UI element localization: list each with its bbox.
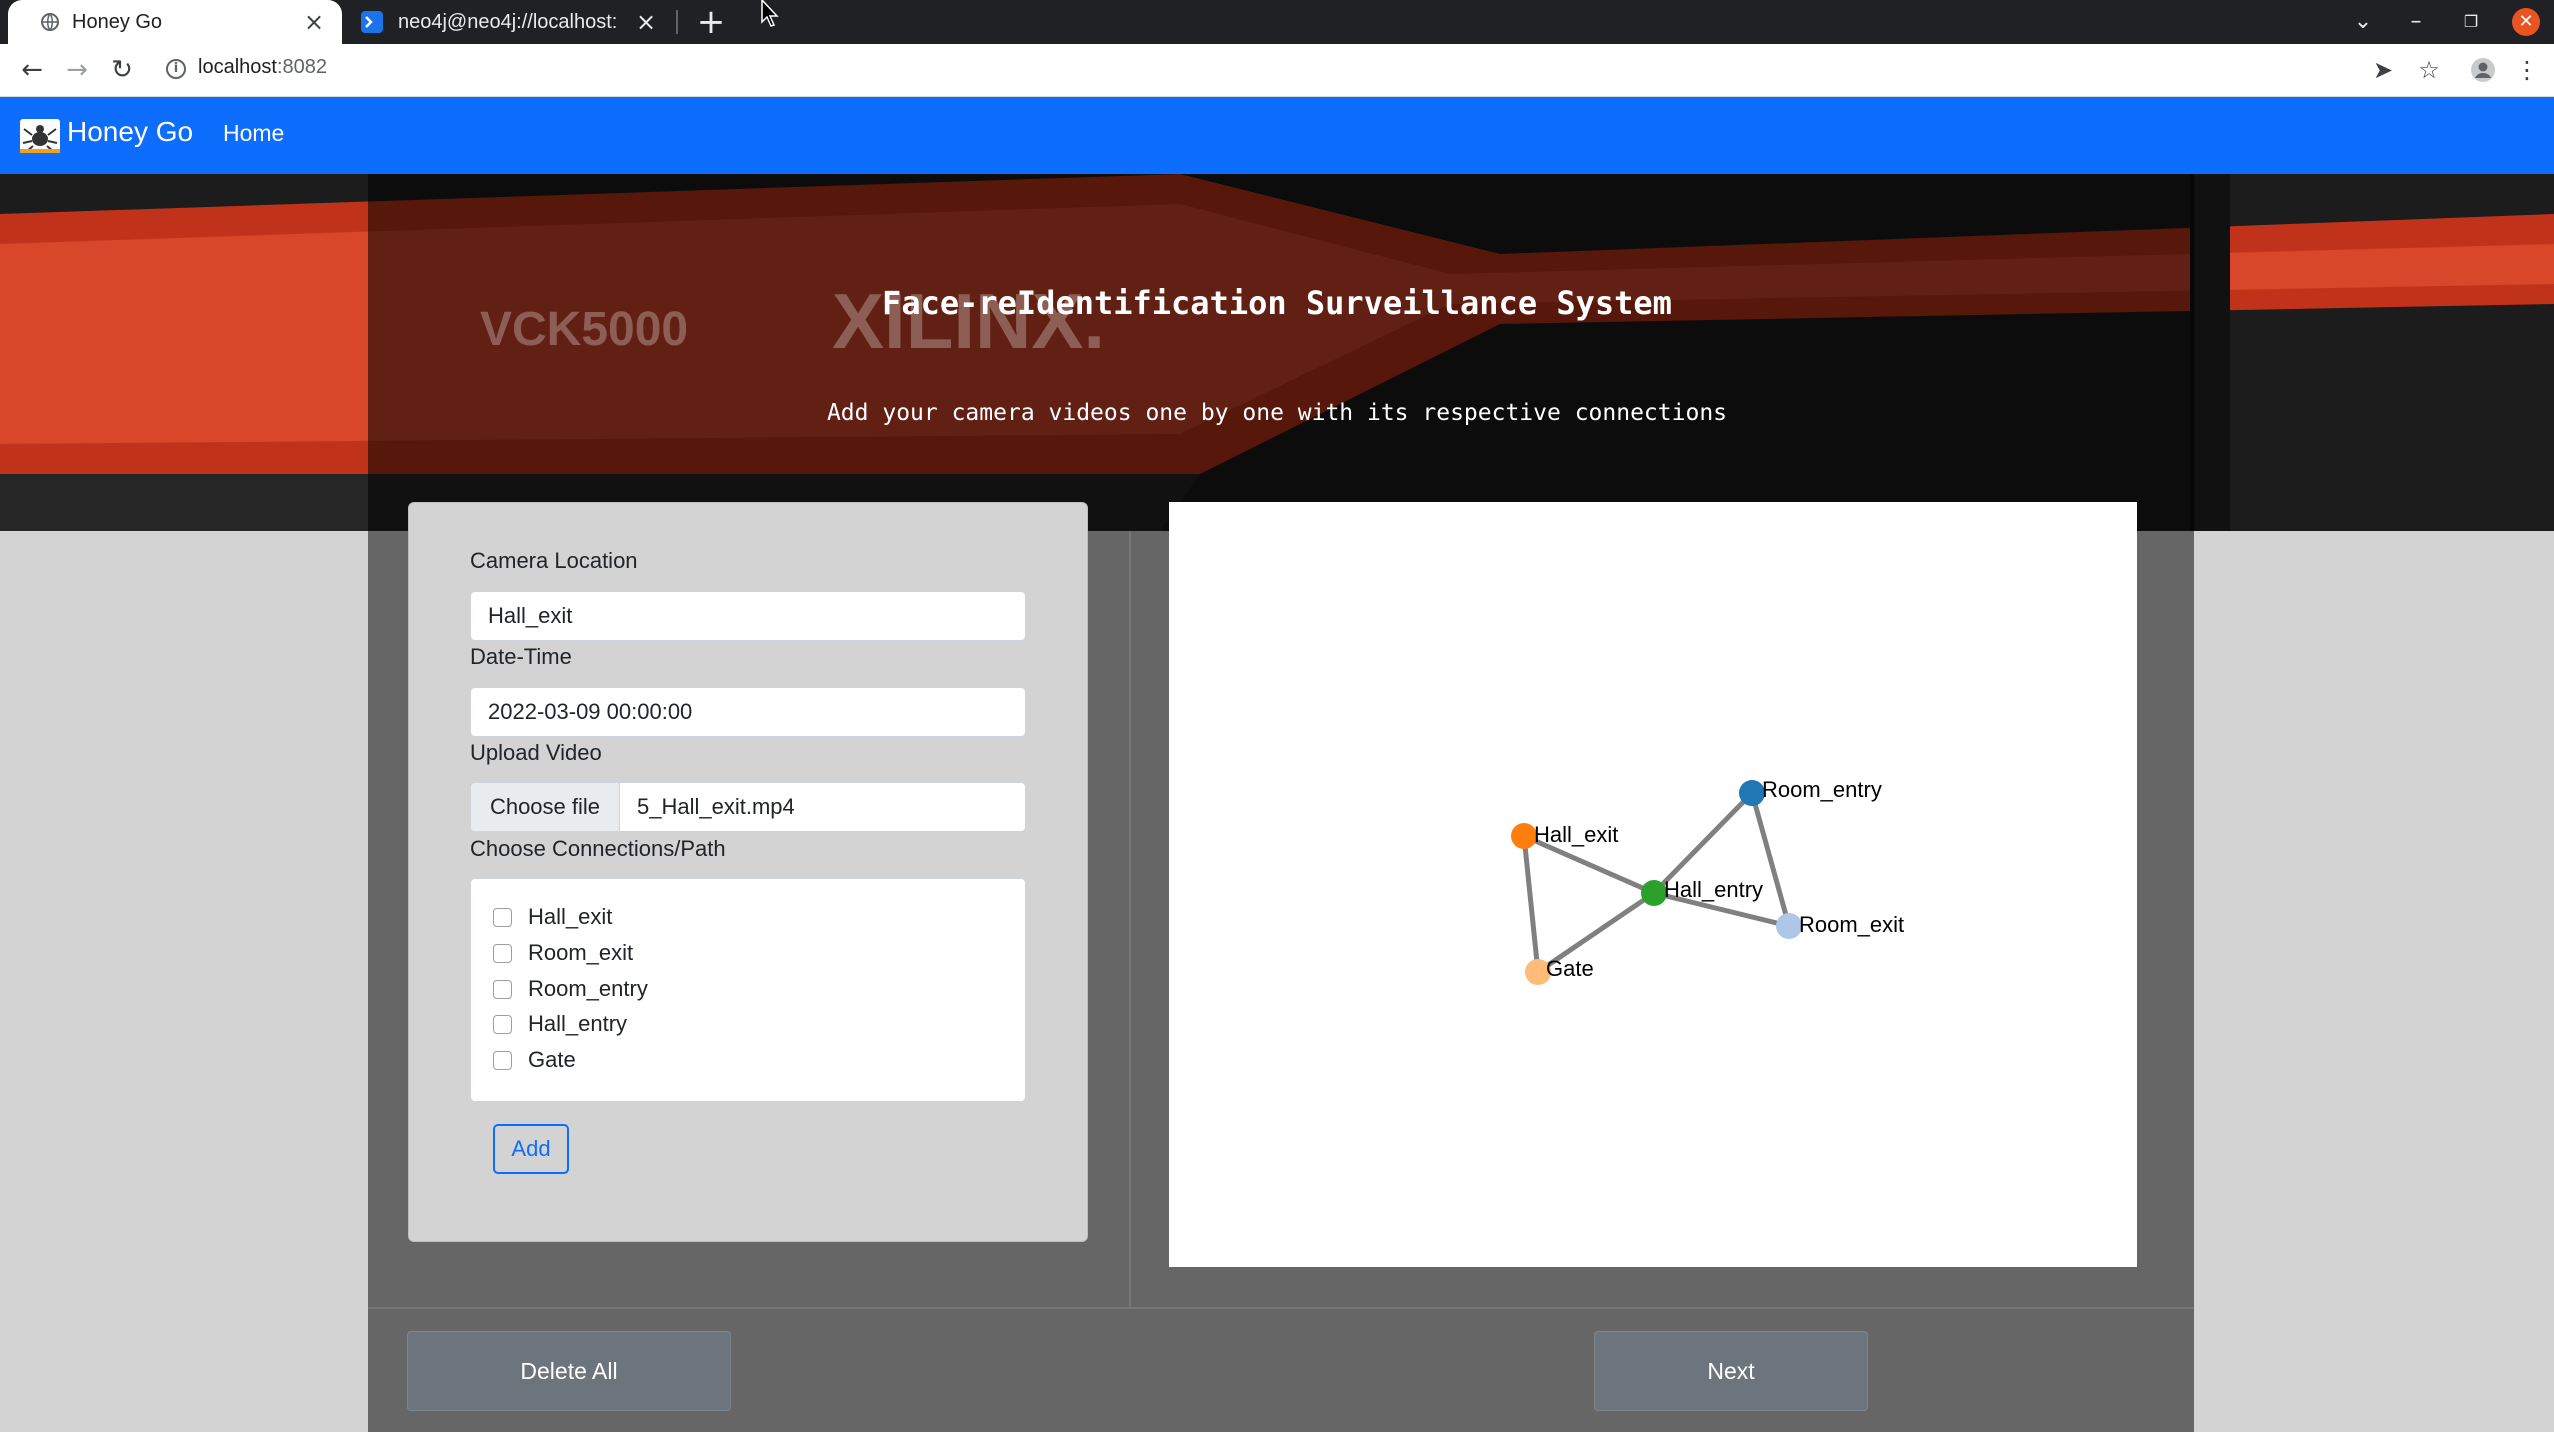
connections-list: Hall_exit Room_exit Room_entry Hall_entr… bbox=[470, 878, 1026, 1102]
profile-avatar-icon[interactable] bbox=[2467, 54, 2499, 86]
datetime-label: Date-Time bbox=[470, 644, 572, 669]
bookmark-star-icon[interactable]: ☆ bbox=[2413, 54, 2445, 86]
brand-name[interactable]: Honey Go bbox=[67, 116, 193, 148]
globe-icon bbox=[38, 10, 62, 34]
connection-label: Room_exit bbox=[528, 940, 634, 965]
connection-option-room-entry[interactable]: Room_entry bbox=[493, 974, 648, 1004]
forward-icon[interactable]: → bbox=[61, 54, 93, 86]
browser-tab-strip: Honey Go × neo4j@neo4j://localhost: × + … bbox=[0, 0, 2554, 44]
camera-location-input[interactable]: Hall_exit bbox=[470, 591, 1026, 641]
reload-icon[interactable]: ↻ bbox=[106, 54, 138, 86]
graph-edge-room-entry-room-exit bbox=[1749, 792, 1792, 927]
connection-option-hall-entry[interactable]: Hall_entry bbox=[493, 1009, 627, 1039]
new-tab-icon[interactable]: + bbox=[694, 5, 728, 40]
graph-node-label: Room_exit bbox=[1799, 912, 1904, 937]
connection-label: Gate bbox=[528, 1047, 576, 1072]
tab-honey-go[interactable]: Honey Go × bbox=[8, 0, 342, 44]
checkbox[interactable] bbox=[493, 1014, 512, 1034]
hero-banner: VCK5000 XILINX. Face-reIdentification Su… bbox=[0, 174, 2554, 531]
next-button[interactable]: Next bbox=[1594, 1331, 1868, 1411]
close-tab-icon[interactable]: × bbox=[632, 8, 660, 36]
graph-node-label: Hall_exit bbox=[1534, 822, 1618, 847]
close-window-icon[interactable]: ✕ bbox=[2512, 8, 2540, 36]
back-icon[interactable]: ← bbox=[16, 54, 48, 86]
tab-title: neo4j@neo4j://localhost: bbox=[398, 10, 618, 33]
tab-separator bbox=[676, 10, 678, 34]
page-title: Face-reIdentification Surveillance Syste… bbox=[882, 284, 1672, 322]
selected-file-name: 5_Hall_exit.mp4 bbox=[637, 794, 795, 819]
nav-link-home[interactable]: Home bbox=[223, 120, 284, 147]
upload-video-input[interactable]: Choose file 5_Hall_exit.mp4 bbox=[470, 782, 1026, 832]
connections-label: Choose Connections/Path bbox=[470, 836, 726, 861]
graph-node-label: Room_entry bbox=[1762, 777, 1882, 802]
close-tab-icon[interactable]: × bbox=[300, 8, 328, 36]
connection-option-room-exit[interactable]: Room_exit bbox=[493, 938, 633, 968]
mouse-cursor-icon bbox=[761, 0, 779, 27]
address-bar[interactable]: localhost:8082 bbox=[198, 56, 327, 79]
send-icon[interactable]: ➤ bbox=[2367, 54, 2399, 86]
browser-menu-icon[interactable]: ⋮ bbox=[2511, 54, 2543, 86]
page-subtitle: Add your camera videos one by one with i… bbox=[826, 400, 1728, 426]
terminal-icon bbox=[360, 10, 384, 34]
row-divider bbox=[368, 1307, 2194, 1309]
add-button[interactable]: Add bbox=[493, 1124, 569, 1174]
datetime-input[interactable]: 2022-03-09 00:00:00 bbox=[470, 687, 1026, 737]
connection-label: Room_entry bbox=[528, 976, 648, 1001]
column-divider bbox=[1129, 531, 1131, 1307]
delete-all-button[interactable]: Delete All bbox=[407, 1331, 731, 1411]
checkbox[interactable] bbox=[493, 979, 512, 999]
brand-logo-icon[interactable] bbox=[20, 119, 60, 153]
restore-icon[interactable]: ❐ bbox=[2456, 8, 2486, 36]
choose-file-button[interactable]: Choose file bbox=[471, 783, 620, 831]
url-host: localhost bbox=[198, 56, 277, 78]
checkbox[interactable] bbox=[493, 907, 512, 927]
connection-option-gate[interactable]: Gate bbox=[493, 1045, 576, 1075]
graph-edge-hall-exit-gate bbox=[1521, 835, 1541, 973]
graph-node-label: Gate bbox=[1546, 956, 1594, 981]
tab-neo4j[interactable]: neo4j@neo4j://localhost: × bbox=[348, 0, 674, 44]
minimize-icon[interactable]: – bbox=[2401, 8, 2431, 36]
connection-label: Hall_exit bbox=[528, 904, 613, 929]
url-port: :8082 bbox=[276, 56, 327, 78]
tab-title: Honey Go bbox=[72, 10, 163, 33]
checkbox[interactable] bbox=[493, 943, 512, 963]
app-navbar: Honey Go Home bbox=[0, 97, 2554, 174]
checkbox[interactable] bbox=[493, 1050, 512, 1070]
connection-graph-card: Hall_exit Room_entry Hall_entry Room_exit Ga… bbox=[1169, 502, 2137, 1267]
camera-location-label: Camera Location bbox=[470, 548, 638, 573]
site-info-icon[interactable]: i bbox=[166, 59, 186, 79]
graph-node-label: Hall_entry bbox=[1664, 877, 1763, 902]
connection-label: Hall_entry bbox=[528, 1011, 628, 1036]
tab-search-icon[interactable]: ⌄ bbox=[2348, 8, 2378, 36]
upload-video-label: Upload Video bbox=[470, 740, 602, 765]
connection-option-hall-exit[interactable]: Hall_exit bbox=[493, 902, 612, 932]
browser-toolbar: ← → ↻ i localhost:8082 ➤ ☆ ⋮ bbox=[0, 44, 2554, 97]
connection-graph: Hall_exit Room_entry Hall_entry Room_exit Ga… bbox=[1511, 777, 1904, 985]
